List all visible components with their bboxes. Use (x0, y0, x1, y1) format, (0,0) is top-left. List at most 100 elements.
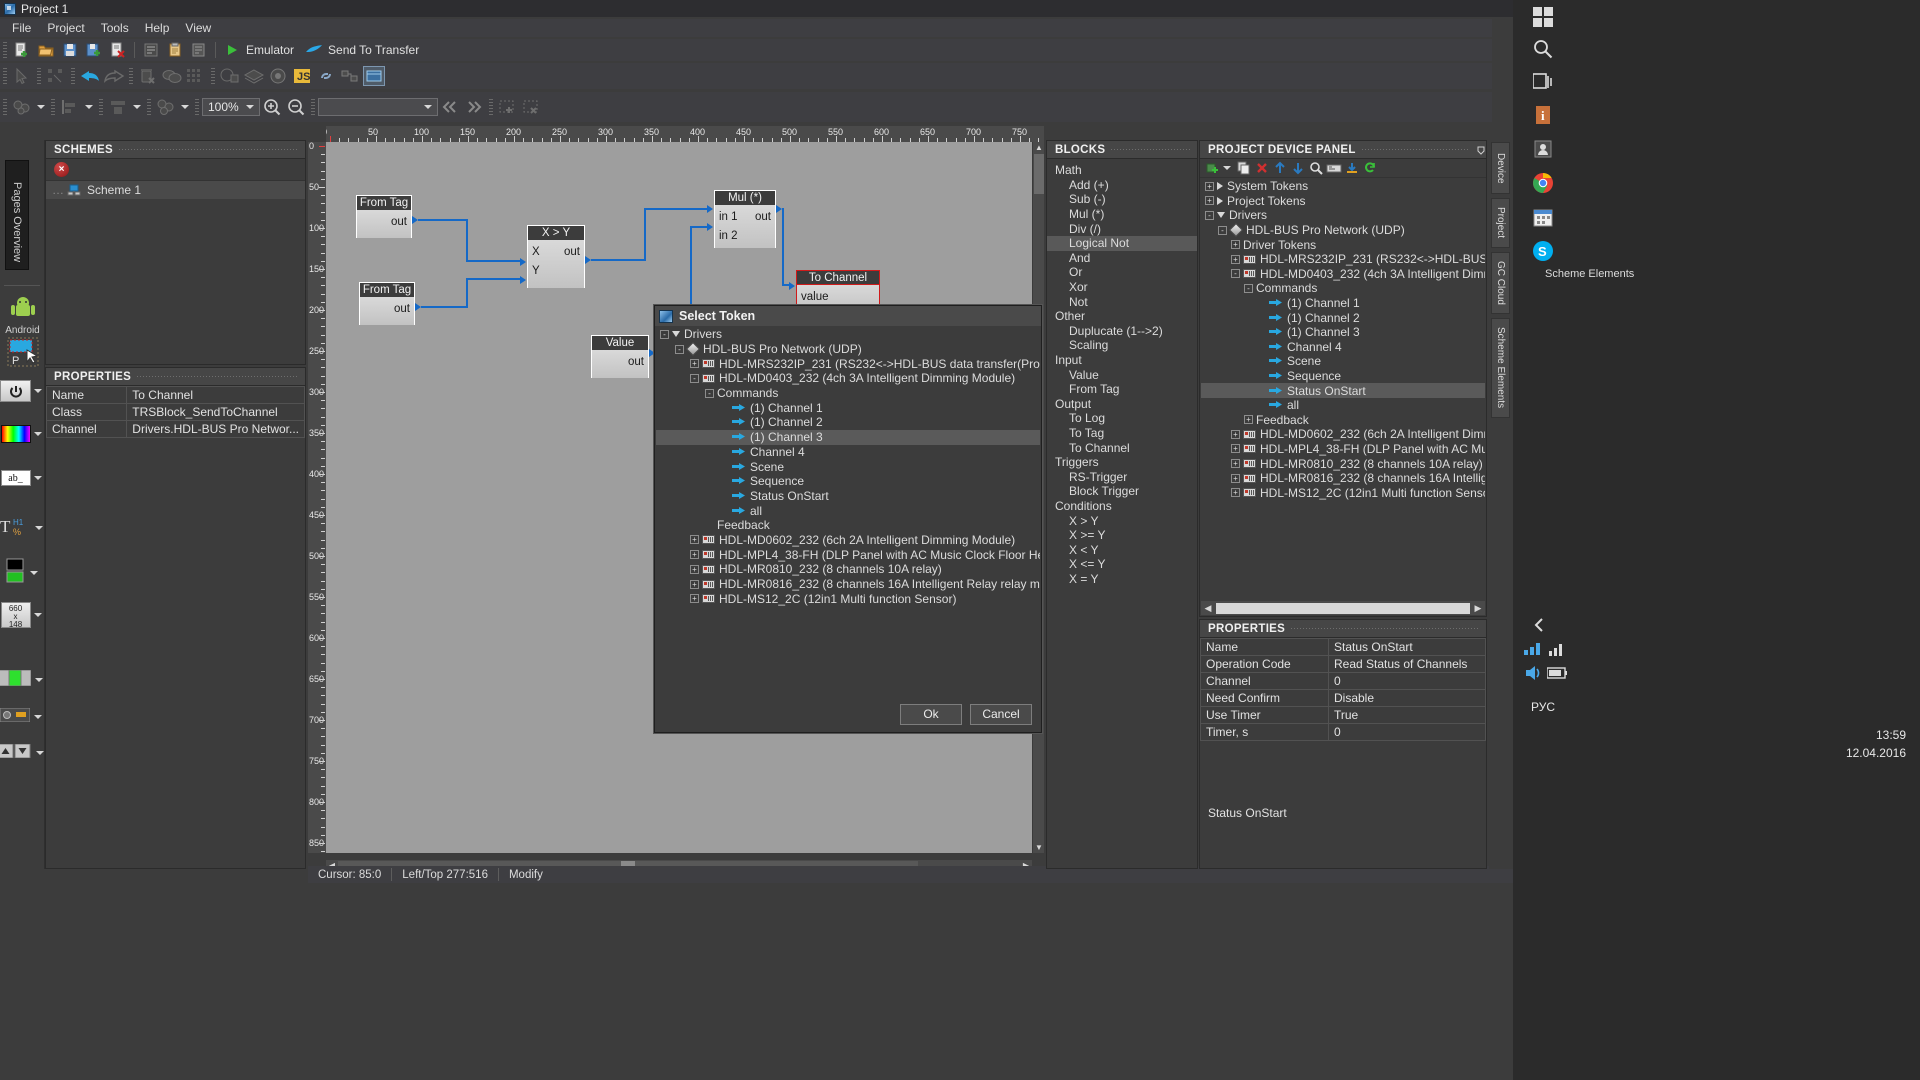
fill-color-dropdown-icon[interactable] (37, 105, 45, 109)
volume-icon[interactable] (1521, 660, 1547, 686)
node-hdl-mpl4-38-fh[interactable]: + HDL-MPL4_38-FH (DLP Panel with AC Music… (1201, 442, 1485, 457)
language-indicator[interactable]: РУС (1531, 700, 1555, 714)
blocks-item-from-tag[interactable]: From Tag (1047, 382, 1197, 397)
properties-list-icon[interactable] (140, 40, 162, 60)
node-hdl-mrs232ip-231[interactable]: + HDL-MRS232IP_231 (RS232<->HDL-BUS data … (1201, 252, 1485, 267)
expand-icon[interactable]: + (1231, 459, 1240, 469)
wire-fromtag2-v[interactable] (466, 278, 468, 308)
dlg-node-feedback[interactable]: Feedback (656, 518, 1040, 533)
fillstroke-dropdown-icon[interactable] (29, 570, 38, 575)
wire-fromtag1-h1[interactable] (418, 219, 468, 221)
wire-value-to-mul-in2[interactable] (690, 226, 709, 228)
blocks-item-x-y[interactable]: X < Y (1047, 542, 1197, 557)
dlg-node-channel-3[interactable]: (1) Channel 3 (656, 429, 1040, 445)
scroll-up-arrow-icon[interactable]: ▲ (1033, 143, 1045, 152)
power-dropdown-icon[interactable] (34, 389, 42, 393)
calendar-icon[interactable] (1530, 204, 1556, 230)
property-row[interactable]: Name To Channel (45, 386, 305, 404)
android-platform-icon[interactable]: Android (0, 295, 45, 336)
dlg-node-hdl-mpl4-38-fh[interactable]: + HDL-MPL4_38-FH (DLP Panel with AC Music… (656, 547, 1040, 562)
collapse-icon[interactable]: - (1231, 269, 1240, 279)
property-row[interactable]: Channel Drivers.HDL-BUS Pro Networ... (45, 420, 305, 438)
add-dropdown-icon[interactable] (1223, 166, 1231, 170)
blocks-item-to-log[interactable]: To Log (1047, 411, 1197, 426)
color-palette-icon[interactable] (0, 425, 31, 443)
color-dropdown-icon[interactable] (33, 432, 42, 436)
block-port-out[interactable]: out (755, 211, 771, 223)
property-value[interactable]: 0 (1328, 723, 1486, 741)
menu-view[interactable]: View (177, 20, 219, 36)
menu-file[interactable]: File (4, 20, 39, 36)
property-row[interactable]: Name Status OnStart (1200, 638, 1486, 656)
dlg-node-hdl-ms12-2c[interactable]: + HDL-MS12_2C (12in1 Multi function Senso… (656, 591, 1040, 606)
blocks-item-sub-[interactable]: Sub (-) (1047, 192, 1197, 207)
grip-12[interactable] (489, 99, 493, 115)
collapse-icon[interactable]: - (1244, 283, 1253, 293)
link-icon[interactable] (315, 66, 337, 86)
blocks-item-and[interactable]: And (1047, 251, 1197, 266)
dlg-node-hdl-mr0810-232[interactable]: + HDL-MR0810_232 (8 channels 10A relay) (656, 562, 1040, 577)
dlg-node-scene[interactable]: Scene (656, 459, 1040, 474)
blocks-item-mul-[interactable]: Mul (*) (1047, 207, 1197, 222)
node-system-tokens[interactable]: + System Tokens (1201, 179, 1485, 194)
menu-tools[interactable]: Tools (93, 20, 137, 36)
dlg-node-all[interactable]: all (656, 503, 1040, 518)
rdock-tab-device[interactable]: Device (1491, 142, 1510, 194)
expand-icon[interactable]: + (1231, 429, 1240, 439)
node-hdl-ms12-2c[interactable]: + HDL-MS12_2C (12in1 Multi function Senso… (1201, 485, 1485, 500)
expand-icon[interactable]: + (1231, 473, 1240, 483)
grip-10[interactable] (195, 99, 199, 115)
search-icon[interactable] (1530, 36, 1556, 62)
grid-icon[interactable] (185, 66, 207, 86)
info-icon[interactable]: i (1530, 102, 1556, 128)
dialog-ok-button[interactable]: Ok (900, 703, 962, 725)
block-port-in-1[interactable]: in 1 (719, 211, 738, 223)
collapse-icon[interactable] (1527, 612, 1553, 638)
node-hdl-mr0816-232[interactable]: + HDL-MR0816_232 (8 channels 16A Intellig… (1201, 471, 1485, 486)
undo-icon[interactable] (79, 66, 101, 86)
battery-icon[interactable] (1545, 660, 1571, 686)
new-document-icon[interactable] (11, 40, 33, 60)
prev-icon[interactable] (439, 97, 461, 117)
add-frame-icon[interactable] (497, 97, 519, 117)
textstyle-dropdown-icon[interactable] (34, 525, 43, 530)
save-icon[interactable] (59, 40, 81, 60)
node-commands[interactable]: - Commands (1201, 281, 1485, 296)
expand-icon[interactable]: + (1231, 444, 1240, 454)
toggle-switch-icon[interactable] (0, 707, 31, 725)
node-hdl-md0602-232[interactable]: + HDL-MD0602_232 (6ch 2A Intelligent Dimm… (1201, 427, 1485, 442)
property-value[interactable]: Read Status of Channels (1328, 655, 1486, 673)
task-view-icon[interactable] (1530, 68, 1556, 94)
wire-xgty-v[interactable] (644, 208, 646, 260)
blocks-group-math[interactable]: Math (1047, 163, 1197, 178)
block-from-tag-2[interactable]: From Tag out (359, 282, 415, 325)
device-scroll-thumb[interactable] (1216, 602, 1470, 614)
block-mul[interactable]: Mul (*) in 1 in 2 out (714, 190, 776, 248)
blocks-item-to-tag[interactable]: To Tag (1047, 426, 1197, 441)
delete-device-icon[interactable] (1253, 160, 1271, 177)
node-channel-1[interactable]: (1) Channel 1 (1201, 296, 1485, 311)
collapse-icon[interactable]: - (705, 388, 714, 398)
dlg-node-channel-2[interactable]: (1) Channel 2 (656, 415, 1040, 430)
dlg-node-commands[interactable]: - Commands (656, 386, 1040, 401)
wire-fromtag1-v[interactable] (466, 219, 468, 261)
expand-icon[interactable]: + (1231, 488, 1240, 498)
property-row[interactable]: Use Timer True (1200, 706, 1486, 724)
page-object-icon[interactable]: P (0, 336, 45, 371)
blocks-item-to-channel[interactable]: To Channel (1047, 440, 1197, 455)
select-pointer-icon[interactable] (11, 66, 33, 86)
next-icon[interactable] (463, 97, 485, 117)
grip-11[interactable] (311, 99, 315, 115)
blocks-group-other[interactable]: Other (1047, 309, 1197, 324)
dlg-node-hdl-md0602-232[interactable]: + HDL-MD0602_232 (6ch 2A Intelligent Dimm… (656, 533, 1040, 548)
dlg-node-channel-4[interactable]: Channel 4 (656, 445, 1040, 460)
property-row[interactable]: Operation Code Read Status of Channels (1200, 655, 1486, 673)
align-color-icon[interactable] (0, 669, 32, 689)
aligncolor-dropdown-icon[interactable] (35, 677, 43, 682)
macro-icon[interactable] (267, 66, 289, 86)
node-channel-2[interactable]: (1) Channel 2 (1201, 310, 1485, 325)
property-value[interactable]: Disable (1328, 689, 1486, 707)
fill-stroke-icon[interactable] (5, 558, 25, 587)
block-port-out[interactable]: out (628, 356, 644, 368)
device-scroll-right-icon[interactable]: ▶ (1471, 603, 1485, 614)
